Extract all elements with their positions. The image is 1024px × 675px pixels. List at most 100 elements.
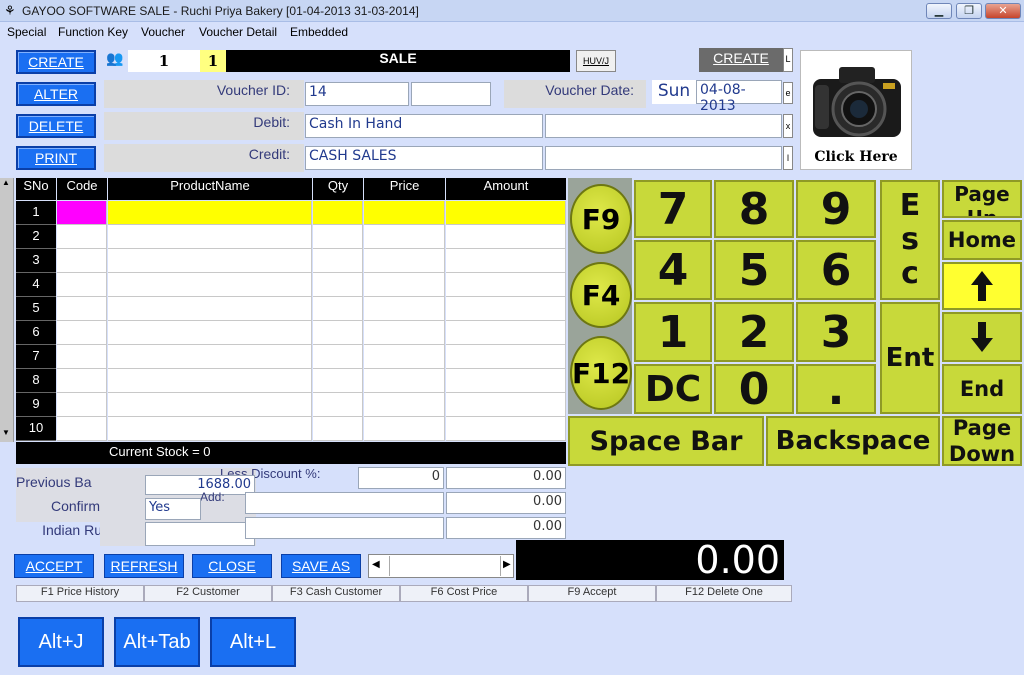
- alt-tab-button[interactable]: Alt+Tab: [114, 617, 200, 667]
- grid-cell[interactable]: [364, 345, 445, 369]
- grid-cell[interactable]: [364, 417, 445, 441]
- grid-cell[interactable]: [313, 345, 363, 369]
- grid-cell[interactable]: [446, 249, 566, 273]
- key-6[interactable]: 6: [796, 240, 876, 300]
- discount-amount-field[interactable]: 0.00: [446, 467, 566, 489]
- grid-cell[interactable]: [313, 417, 363, 441]
- grid-scrollbar[interactable]: ▲ ▼: [0, 178, 14, 442]
- key-dc[interactable]: DC: [634, 364, 712, 414]
- grid-cell[interactable]: [446, 417, 566, 441]
- grid-cell[interactable]: [57, 345, 107, 369]
- grid-cell[interactable]: [108, 321, 312, 345]
- maximize-button[interactable]: ❐: [956, 3, 982, 19]
- f4-key[interactable]: F4: [570, 262, 632, 328]
- accept-button[interactable]: ACCEPT: [14, 554, 94, 578]
- grid-cell[interactable]: [108, 249, 312, 273]
- grid-cell[interactable]: [446, 393, 566, 417]
- confirm-field[interactable]: Yes: [145, 498, 201, 520]
- alt-j-button[interactable]: Alt+J: [18, 617, 104, 667]
- key-dot[interactable]: .: [796, 364, 876, 415]
- voucher-id-extra-field[interactable]: [411, 82, 491, 106]
- voucher-id-field[interactable]: 14: [305, 82, 409, 106]
- camera-button[interactable]: Click Here: [800, 50, 912, 170]
- arrow-up-key[interactable]: [942, 262, 1022, 310]
- grid-cell[interactable]: [108, 225, 312, 249]
- grid-cell[interactable]: [364, 201, 445, 225]
- page-down-key[interactable]: Page Down: [942, 416, 1022, 466]
- grid-cell[interactable]: [108, 297, 312, 321]
- debit-extra-field[interactable]: [545, 114, 782, 138]
- grid-cell[interactable]: [364, 369, 445, 393]
- menu-function-key[interactable]: Function Key: [58, 25, 128, 39]
- close-window-button[interactable]: ✕: [985, 3, 1021, 19]
- backspace-key[interactable]: Backspace: [766, 416, 940, 466]
- refresh-button[interactable]: REFRESH: [104, 554, 184, 578]
- grid-cell[interactable]: [446, 321, 566, 345]
- grid-cell[interactable]: [57, 249, 107, 273]
- delete-button[interactable]: DELETE: [16, 114, 96, 138]
- indian-rupees-field[interactable]: [145, 522, 255, 546]
- close-button[interactable]: CLOSE: [192, 554, 272, 578]
- print-button[interactable]: PRINT: [16, 146, 96, 170]
- scroll-up-icon[interactable]: ▲: [2, 178, 10, 187]
- grid-cell[interactable]: [364, 249, 445, 273]
- date-picker-button[interactable]: e: [783, 82, 793, 104]
- esc-key[interactable]: E s c: [880, 180, 940, 300]
- grid-cell[interactable]: [57, 393, 107, 417]
- discount-percent-field[interactable]: 0: [358, 467, 444, 489]
- scroll-right-icon[interactable]: ▶: [503, 559, 511, 570]
- grid-cell[interactable]: [364, 297, 445, 321]
- grid-cell[interactable]: [57, 297, 107, 321]
- horizontal-scrollbar[interactable]: ◀ ▶: [368, 554, 514, 578]
- credit-extra-field[interactable]: [545, 146, 782, 170]
- key-7[interactable]: 7: [634, 180, 712, 238]
- key-1[interactable]: 1: [634, 302, 712, 362]
- grid-cell[interactable]: [108, 345, 312, 369]
- scroll-track[interactable]: [389, 556, 501, 576]
- grid-cell[interactable]: [57, 225, 107, 249]
- key-0[interactable]: 0: [714, 364, 794, 415]
- grid-cell[interactable]: [364, 273, 445, 297]
- huv-button[interactable]: HUV/J: [576, 50, 616, 72]
- key-8[interactable]: 8: [714, 180, 794, 238]
- voucher-date-field[interactable]: 04-08-2013: [696, 80, 782, 114]
- grid-cell[interactable]: [364, 321, 445, 345]
- key-2[interactable]: 2: [714, 302, 794, 362]
- grid-cell[interactable]: [313, 393, 363, 417]
- grid-cell[interactable]: [108, 201, 312, 225]
- alter-button[interactable]: ALTER: [16, 82, 96, 106]
- add-amount-field[interactable]: 0.00: [446, 492, 566, 514]
- alt-l-button[interactable]: Alt+L: [210, 617, 296, 667]
- grid-cell[interactable]: [57, 273, 107, 297]
- debit-account-field[interactable]: Cash In Hand: [305, 114, 543, 138]
- arrow-down-key[interactable]: [942, 312, 1022, 362]
- menu-voucher[interactable]: Voucher: [141, 25, 185, 39]
- grid-cell[interactable]: [446, 225, 566, 249]
- save-as-button[interactable]: SAVE AS: [281, 554, 361, 578]
- grid-cell[interactable]: [313, 321, 363, 345]
- grid-cell[interactable]: [108, 273, 312, 297]
- grid-cell[interactable]: [364, 393, 445, 417]
- grid-cell[interactable]: [313, 369, 363, 393]
- menu-special[interactable]: Special: [7, 25, 46, 39]
- end-key[interactable]: End: [942, 364, 1022, 414]
- grid-cell[interactable]: [313, 273, 363, 297]
- row3-description-field[interactable]: [245, 517, 444, 539]
- key-5[interactable]: 5: [714, 240, 794, 300]
- credit-account-field[interactable]: CASH SALES: [305, 146, 543, 170]
- space-bar-key[interactable]: Space Bar: [568, 416, 764, 466]
- grid-cell[interactable]: [57, 321, 107, 345]
- grid-cell[interactable]: [446, 369, 566, 393]
- f12-key[interactable]: F12: [570, 336, 632, 410]
- enter-key[interactable]: Ent: [880, 302, 940, 414]
- page-up-key[interactable]: Page Up: [942, 180, 1022, 218]
- grid-cell[interactable]: [446, 297, 566, 321]
- menu-voucher-detail[interactable]: Voucher Detail: [199, 25, 277, 39]
- grid-cell[interactable]: [446, 201, 566, 225]
- grid-cell[interactable]: [364, 225, 445, 249]
- menu-embedded[interactable]: Embedded: [290, 25, 348, 39]
- scroll-down-icon[interactable]: ▼: [2, 428, 10, 437]
- grid-cell[interactable]: [57, 417, 107, 441]
- grid-cell[interactable]: [108, 369, 312, 393]
- grid-cell[interactable]: [108, 393, 312, 417]
